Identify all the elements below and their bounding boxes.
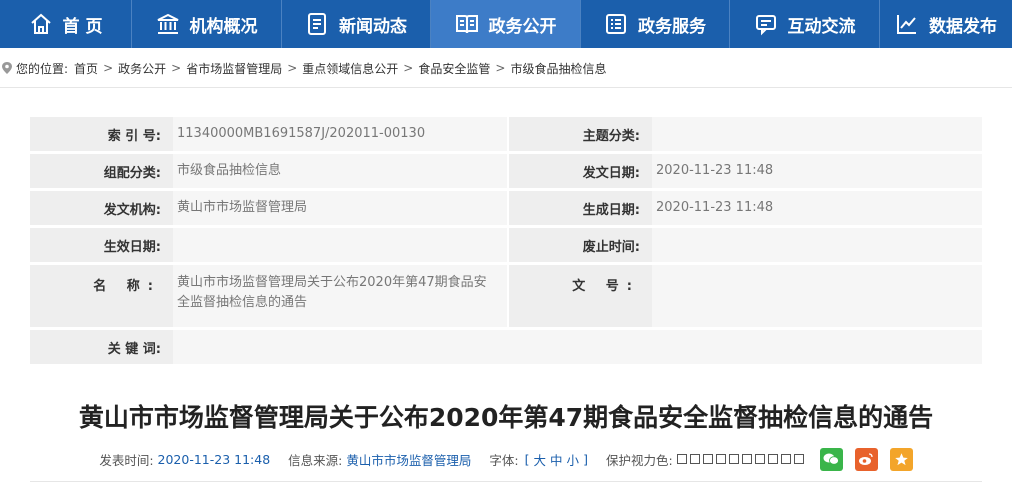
breadcrumb-link-food-safety[interactable]: 食品安全监管 xyxy=(418,60,490,77)
chart-icon xyxy=(895,12,919,36)
book-icon xyxy=(455,12,479,36)
divider xyxy=(0,87,1012,88)
location-pin-icon xyxy=(2,62,12,74)
meta-label-docno: 文 号: xyxy=(509,265,652,327)
breadcrumb-prefix: 您的位置: xyxy=(16,61,69,76)
color-swatch-8[interactable] xyxy=(780,454,791,464)
meta-label-effective: 生效日期: xyxy=(30,228,173,262)
meta-value-category: 市级食品抽检信息 xyxy=(173,154,507,188)
list-icon xyxy=(604,12,628,36)
breadcrumb-separator: > xyxy=(495,61,506,75)
share-buttons xyxy=(819,447,913,471)
color-swatch-5[interactable] xyxy=(741,454,752,464)
top-nav: 首 页 机构概况 新闻动态 政务公开 政务服务 互动交流 数据发布 xyxy=(0,0,1012,48)
nav-item-interact[interactable]: 互动交流 xyxy=(730,0,880,48)
color-swatch-4[interactable] xyxy=(728,454,739,464)
meta-value-keywords xyxy=(173,330,982,364)
color-swatch-6[interactable] xyxy=(754,454,765,464)
building-icon xyxy=(156,12,180,36)
meta-label-gendate: 生成日期: xyxy=(509,191,652,225)
nav-item-label: 政务公开 xyxy=(488,16,557,37)
meta-value-effective xyxy=(173,228,507,262)
meta-label-index: 索 引 号: xyxy=(30,117,173,151)
meta-value-gendate: 2020-11-23 11:48 xyxy=(652,191,982,225)
color-swatch-9[interactable] xyxy=(793,454,804,464)
color-swatch-7[interactable] xyxy=(767,454,778,464)
meta-label-category: 组配分类: xyxy=(30,154,173,188)
breadcrumb-separator: > xyxy=(103,61,114,75)
breadcrumb-separator: > xyxy=(287,61,298,75)
breadcrumb-separator: > xyxy=(403,61,414,75)
meta-value-index: 11340000MB1691587J/202011-00130 xyxy=(173,117,507,151)
source-link[interactable]: 黄山市市场监督管理局 xyxy=(346,450,471,469)
meta-value-topic xyxy=(652,117,982,151)
nav-item-gov-open[interactable]: 政务公开 xyxy=(431,0,581,48)
meta-label-org: 发文机构: xyxy=(30,191,173,225)
meta-value-name: 黄山市市场监督管理局关于公布2020年第47期食品安全监督抽检信息的通告 xyxy=(173,265,507,327)
breadcrumb-link-bureau[interactable]: 省市场监督管理局 xyxy=(186,60,282,77)
font-small-button[interactable]: 小 xyxy=(567,450,580,469)
eye-color-label: 保护视力色: xyxy=(605,452,673,468)
font-medium-button[interactable]: 中 xyxy=(550,450,563,469)
nav-item-label: 数据发布 xyxy=(929,16,997,37)
divider xyxy=(30,481,982,482)
breadcrumb-separator: > xyxy=(171,61,182,75)
publish-time-label: 发表时间: xyxy=(99,452,154,468)
nav-item-home[interactable]: 首 页 xyxy=(0,0,132,48)
nav-item-label: 新闻动态 xyxy=(339,16,407,37)
wechat-share-icon[interactable] xyxy=(819,447,843,471)
color-swatch-white[interactable] xyxy=(676,454,687,464)
meta-value-pubdate: 2020-11-23 11:48 xyxy=(652,154,982,188)
article-info-bar: 发表时间: 2020-11-23 11:48 信息来源: 黄山市市场监督管理局 … xyxy=(0,444,1012,474)
document-meta-table: 索 引 号: 11340000MB1691587J/202011-00130 主… xyxy=(30,114,982,367)
meta-value-expire xyxy=(652,228,982,262)
nav-item-label: 互动交流 xyxy=(787,16,856,37)
breadcrumb-link-city-sampling[interactable]: 市级食品抽检信息 xyxy=(510,60,606,77)
publish-time: 2020-11-23 11:48 xyxy=(157,451,271,467)
meta-value-docno xyxy=(652,265,982,327)
font-large-button[interactable]: 大 xyxy=(534,450,547,469)
meta-label-expire: 废止时间: xyxy=(509,228,652,262)
nav-item-about[interactable]: 机构概况 xyxy=(132,0,282,48)
meta-label-topic: 主题分类: xyxy=(509,117,652,151)
eye-color-swatches xyxy=(676,454,804,464)
nav-item-label: 政务服务 xyxy=(638,16,706,37)
weibo-share-icon[interactable] xyxy=(854,447,878,471)
font-size-label: 字体: xyxy=(489,452,519,468)
nav-item-service[interactable]: 政务服务 xyxy=(581,0,730,48)
chat-icon xyxy=(754,12,778,36)
nav-item-label: 首 页 xyxy=(62,16,103,37)
color-swatch-3[interactable] xyxy=(715,454,726,464)
breadcrumb-link-key-areas[interactable]: 重点领域信息公开 xyxy=(302,60,398,77)
nav-item-data[interactable]: 数据发布 xyxy=(880,0,1012,48)
meta-value-org: 黄山市市场监督管理局 xyxy=(173,191,507,225)
breadcrumb-link-gov-open[interactable]: 政务公开 xyxy=(118,60,166,77)
meta-label-pubdate: 发文日期: xyxy=(509,154,652,188)
home-icon xyxy=(29,12,53,36)
article-title: 黄山市市场监督管理局关于公布2020年第47期食品安全监督抽检信息的通告 xyxy=(78,403,934,432)
breadcrumb-link-home[interactable]: 首页 xyxy=(74,60,98,77)
nav-item-label: 机构概况 xyxy=(189,16,258,37)
nav-item-news[interactable]: 新闻动态 xyxy=(282,0,431,48)
source-label: 信息来源: xyxy=(288,452,343,468)
meta-label-name: 名 称: xyxy=(30,265,173,327)
color-swatch-1[interactable] xyxy=(689,454,700,464)
favorite-star-icon[interactable] xyxy=(889,447,913,471)
color-swatch-2[interactable] xyxy=(702,454,713,464)
meta-label-keywords: 关 键 词: xyxy=(30,330,173,364)
breadcrumb: 您的位置: 首页 > 政务公开 > 省市场监督管理局 > 重点领域信息公开 > … xyxy=(0,56,1012,80)
news-icon xyxy=(305,12,329,36)
